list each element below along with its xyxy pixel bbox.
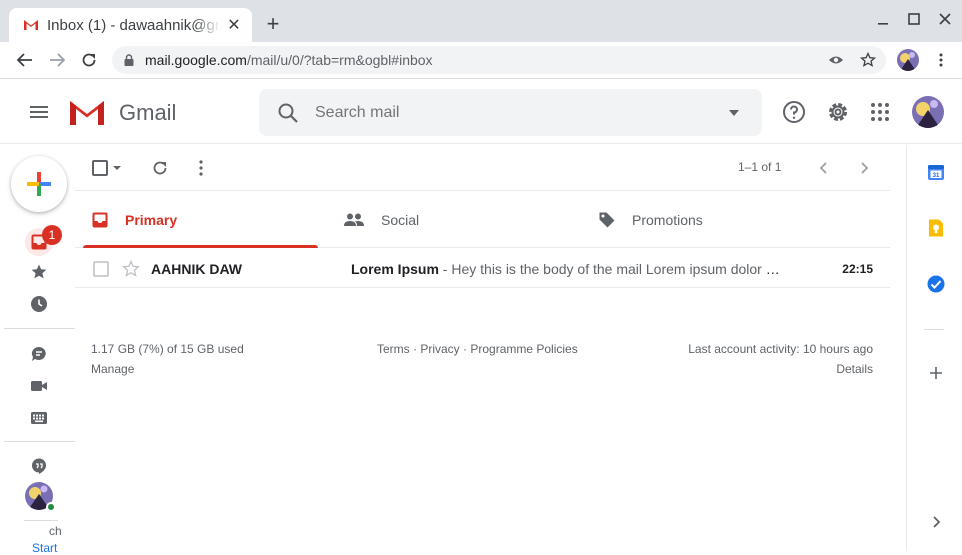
tag-icon — [599, 212, 615, 228]
terms-link[interactable]: Terms — [377, 342, 410, 356]
people-icon — [344, 213, 364, 226]
tracking-eye-icon[interactable] — [828, 52, 844, 68]
star-icon[interactable] — [122, 260, 140, 278]
reload-icon[interactable] — [79, 50, 99, 70]
tab-social-label: Social — [381, 212, 420, 228]
close-tab-icon[interactable]: ✕ — [226, 15, 242, 35]
gmail-wordmark: Gmail — [119, 100, 177, 125]
email-sender: AAHNIK DAW — [151, 261, 242, 277]
browser-menu-icon[interactable] — [933, 52, 949, 68]
bookmark-star-icon[interactable] — [860, 52, 876, 68]
link-separator: · — [409, 342, 421, 356]
new-tab-icon[interactable]: + — [262, 12, 284, 36]
more-options-icon[interactable] — [193, 159, 209, 177]
storage-usage-text: 1.17 GB (7%) of 15 GB used — [91, 342, 244, 356]
search-icon[interactable] — [277, 102, 299, 124]
search-bar[interactable] — [259, 89, 762, 136]
manage-storage-link[interactable]: Manage — [91, 359, 244, 379]
tab-primary[interactable]: Primary — [91, 192, 177, 248]
select-all-checkbox[interactable] — [91, 159, 123, 177]
account-activity: Last account activity: 10 hours ago Deta… — [688, 339, 873, 379]
browser-tabstrip: Inbox (1) - dawaahnik@gmail.com - Gmail … — [0, 0, 962, 42]
compose-button[interactable] — [11, 156, 67, 212]
minimize-icon[interactable] — [875, 11, 891, 27]
refresh-icon[interactable] — [151, 159, 169, 177]
email-time: 22:15 — [842, 262, 873, 276]
link-separator: · — [459, 342, 471, 356]
maximize-icon[interactable] — [906, 11, 922, 27]
storage-info: 1.17 GB (7%) of 15 GB used Manage — [91, 339, 244, 379]
browser-tab[interactable]: Inbox (1) - dawaahnik@gmail.com - Gmail … — [9, 8, 252, 42]
privacy-link[interactable]: Privacy — [420, 342, 459, 356]
start-chat-link[interactable]: Start — [32, 541, 57, 555]
email-snippet: Hey this is the body of the mail Lorem i… — [451, 261, 781, 277]
lock-icon — [124, 54, 134, 66]
keep-notes-icon[interactable] — [926, 218, 946, 238]
keyboard-icon[interactable] — [27, 406, 51, 430]
older-chevron-right-icon[interactable] — [856, 159, 872, 177]
starred-icon[interactable] — [27, 260, 51, 284]
meet-video-icon[interactable] — [27, 374, 51, 398]
tab-promotions[interactable]: Promotions — [598, 192, 703, 248]
add-addon-plus-icon[interactable] — [926, 363, 946, 383]
footer-links: Terms · Privacy · Programme Policies — [377, 339, 578, 359]
tasks-check-icon[interactable] — [926, 274, 946, 294]
main-menu-icon[interactable] — [29, 102, 49, 122]
tab-primary-label: Primary — [125, 212, 178, 228]
last-activity-text: Last account activity: 10 hours ago — [688, 342, 873, 356]
apps-grid-icon[interactable] — [868, 100, 892, 124]
chat-label: ch — [49, 524, 62, 538]
gmail-favicon-icon — [24, 20, 38, 30]
search-input[interactable] — [315, 103, 728, 122]
address-bar[interactable]: mail.google.com/mail/u/0/?tab=rm&ogbl#in… — [112, 46, 886, 74]
calendar-icon[interactable]: 31 — [926, 162, 946, 182]
row-checkbox[interactable] — [93, 261, 109, 277]
online-status-dot — [46, 502, 56, 512]
search-options-dropdown-icon[interactable] — [728, 109, 740, 117]
browser-tab-title: Inbox (1) - dawaahnik@gmail.com - Gmail — [47, 16, 220, 34]
programme-policies-link[interactable]: Programme Policies — [470, 342, 577, 356]
back-icon[interactable] — [15, 50, 35, 70]
side-panel-divider — [924, 329, 944, 330]
rail-divider — [4, 441, 75, 442]
hangouts-quote-icon[interactable] — [27, 454, 51, 478]
inbox-icon — [92, 212, 108, 228]
pagination-count: 1–1 of 1 — [738, 160, 782, 174]
rail-divider — [24, 520, 58, 521]
svg-text:31: 31 — [933, 173, 940, 179]
address-url: mail.google.com/mail/u/0/?tab=rm&ogbl#in… — [145, 52, 433, 68]
help-icon[interactable] — [782, 100, 806, 124]
newer-chevron-left-icon[interactable] — [816, 159, 832, 177]
expand-panel-chevron-icon[interactable] — [926, 512, 946, 532]
inbox-unread-badge: 1 — [42, 225, 62, 245]
email-preview: Lorem Ipsum - Hey this is the body of th… — [351, 261, 781, 277]
tab-social[interactable]: Social — [343, 192, 419, 248]
tab-promotions-label: Promotions — [632, 212, 703, 228]
settings-gear-icon[interactable] — [826, 100, 850, 124]
subject-separator: - — [438, 261, 452, 277]
side-panel: 31 — [906, 145, 962, 551]
compose-plus-icon — [27, 172, 51, 196]
details-link[interactable]: Details — [688, 359, 873, 379]
chat-bubble-icon[interactable] — [27, 342, 51, 366]
active-tab-indicator — [83, 245, 318, 248]
forward-icon[interactable] — [47, 50, 67, 70]
close-window-icon[interactable] — [937, 11, 953, 27]
snoozed-clock-icon[interactable] — [27, 292, 51, 316]
mail-action-toolbar: 1–1 of 1 — [75, 145, 890, 191]
browser-profile-avatar[interactable] — [897, 49, 919, 71]
category-tabs: Primary Social Promotions — [75, 192, 890, 248]
browser-toolbar: mail.google.com/mail/u/0/?tab=rm&ogbl#in… — [0, 42, 962, 79]
gmail-header: Gmail — [0, 80, 962, 144]
email-subject: Lorem Ipsum — [351, 261, 439, 277]
rail-divider — [4, 328, 75, 329]
email-row[interactable]: AAHNIK DAW Lorem Ipsum - Hey this is the… — [75, 249, 890, 288]
account-avatar[interactable] — [912, 96, 944, 128]
chat-user-avatar[interactable] — [25, 482, 56, 512]
gmail-logo-icon[interactable] — [68, 98, 106, 126]
